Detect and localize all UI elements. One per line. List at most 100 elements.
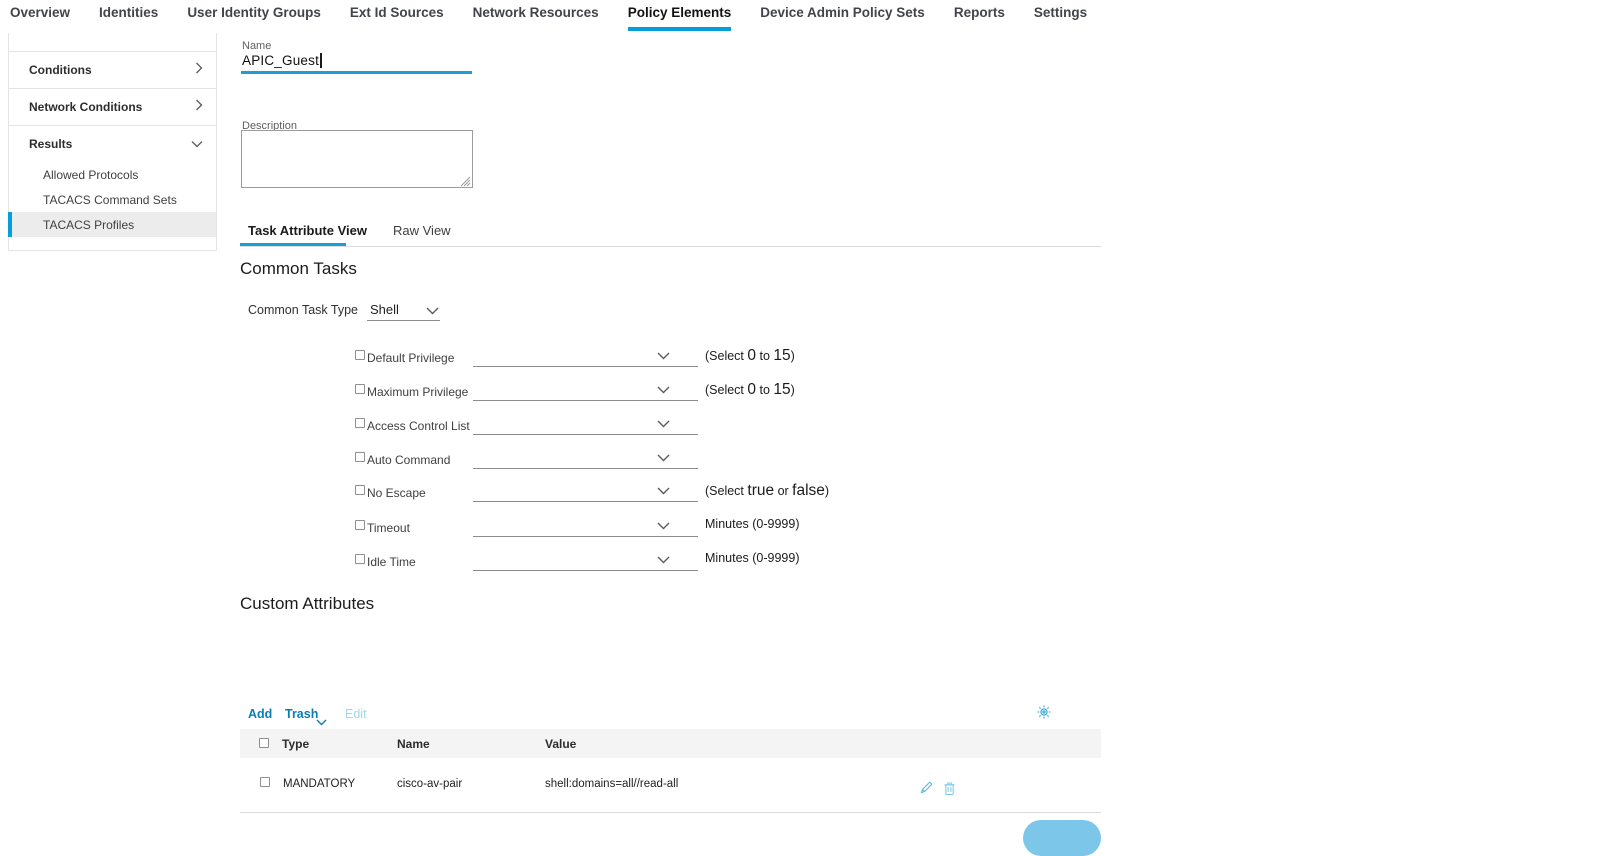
no-escape-select[interactable] xyxy=(473,480,698,502)
chevron-down-icon xyxy=(657,522,670,530)
chevron-down-icon xyxy=(657,352,670,360)
trash-button[interactable]: Trash xyxy=(285,707,318,721)
nav-item-device-admin-policy-sets[interactable]: Device Admin Policy Sets xyxy=(760,0,925,33)
timeout-checkbox[interactable] xyxy=(355,520,365,530)
nav-item-network-resources[interactable]: Network Resources xyxy=(473,0,599,33)
nav-item-policy-elements[interactable]: Policy Elements xyxy=(627,0,731,33)
sidebar-item-label: TACACS Profiles xyxy=(43,217,135,232)
timeout-select[interactable] xyxy=(473,515,698,537)
task-row-label: Default Privilege xyxy=(367,351,455,365)
task-row-hint: (Select true or false) xyxy=(705,482,830,499)
sidebar-item-label: TACACS Command Sets xyxy=(43,192,177,207)
edit-pencil-icon[interactable] xyxy=(918,780,934,801)
task-row-hint: Minutes (0-9999) xyxy=(705,517,800,531)
chevron-down-icon xyxy=(426,307,439,315)
task-row-auto-command: Auto Command xyxy=(355,447,1101,473)
maximum-privilege-select[interactable] xyxy=(473,379,698,401)
task-row-idle-time: Idle Time Minutes (0-9999) xyxy=(355,549,1101,575)
idle-time-checkbox[interactable] xyxy=(355,554,365,564)
default-privilege-checkbox[interactable] xyxy=(355,350,365,360)
task-row-label: Auto Command xyxy=(367,453,451,467)
name-input-value: APIC_Guest xyxy=(242,53,320,68)
task-row-access-control-list: Access Control List xyxy=(355,413,1101,439)
access-control-list-select[interactable] xyxy=(473,413,698,435)
sidebar-item-conditions[interactable]: Conditions xyxy=(9,51,216,88)
task-row-default-privilege: Default Privilege (Select 0 to 15) xyxy=(355,345,1101,371)
delete-trash-icon[interactable] xyxy=(942,780,957,801)
sidebar-item-allowed-protocols[interactable]: Allowed Protocols xyxy=(9,162,216,187)
description-textarea[interactable] xyxy=(241,130,473,188)
nav-item-user-identity-groups[interactable]: User Identity Groups xyxy=(187,0,321,33)
chevron-down-icon xyxy=(657,454,670,462)
task-row-no-escape: No Escape (Select true or false) xyxy=(355,480,1101,506)
task-row-hint: (Select 0 to 15) xyxy=(705,381,795,398)
nav-item-settings[interactable]: Settings xyxy=(1034,0,1087,33)
row-type: MANDATORY xyxy=(283,778,356,790)
task-row-label: Idle Time xyxy=(367,555,416,569)
auto-command-select[interactable] xyxy=(473,447,698,469)
access-control-list-checkbox[interactable] xyxy=(355,418,365,428)
main-content: Name APIC_Guest Description Task Attribu… xyxy=(240,33,1101,856)
select-all-checkbox[interactable] xyxy=(259,738,269,748)
tab-raw-view[interactable]: Raw View xyxy=(393,223,451,238)
column-header-name: Name xyxy=(397,737,430,751)
chevron-down-icon xyxy=(657,487,670,495)
sidebar-item-label: Network Conditions xyxy=(29,100,143,114)
task-row-label: No Escape xyxy=(367,486,426,500)
edit-button[interactable]: Edit xyxy=(345,707,367,721)
add-button[interactable]: Add xyxy=(248,707,272,721)
table-row[interactable]: MANDATORY cisco-av-pair shell:domains=al… xyxy=(240,758,1101,813)
chevron-down-icon xyxy=(657,556,670,564)
sidebar: Conditions Network Conditions Results Al… xyxy=(8,33,217,251)
sidebar-item-tacacs-profiles[interactable]: TACACS Profiles xyxy=(8,212,216,237)
top-navigation: Overview Identities User Identity Groups… xyxy=(0,0,1621,33)
nav-item-reports[interactable]: Reports xyxy=(954,0,1005,33)
maximum-privilege-checkbox[interactable] xyxy=(355,384,365,394)
save-button-partial[interactable] xyxy=(1023,820,1101,856)
tab-divider xyxy=(240,246,1101,247)
nav-item-overview[interactable]: Overview xyxy=(10,0,70,33)
gear-icon[interactable] xyxy=(1037,705,1051,724)
sidebar-item-label: Allowed Protocols xyxy=(43,167,139,182)
auto-command-checkbox[interactable] xyxy=(355,452,365,462)
task-row-hint: (Select 0 to 15) xyxy=(705,347,795,364)
chevron-right-icon xyxy=(195,98,203,116)
sidebar-item-tacacs-command-sets[interactable]: TACACS Command Sets xyxy=(9,187,216,212)
task-row-hint: Minutes (0-9999) xyxy=(705,551,800,565)
default-privilege-select[interactable] xyxy=(473,345,698,367)
row-name: cisco-av-pair xyxy=(397,778,463,790)
common-task-type-select[interactable]: Shell xyxy=(367,299,440,321)
column-header-type: Type xyxy=(282,737,310,751)
name-input[interactable]: APIC_Guest xyxy=(242,53,322,68)
text-cursor xyxy=(320,53,322,68)
common-tasks-heading: Common Tasks xyxy=(240,259,357,278)
chevron-down-icon xyxy=(191,135,203,153)
sidebar-item-results[interactable]: Results xyxy=(9,125,216,162)
sidebar-item-label: Conditions xyxy=(29,63,92,77)
task-row-maximum-privilege: Maximum Privilege (Select 0 to 15) xyxy=(355,379,1101,405)
common-task-type-label: Common Task Type xyxy=(248,303,359,317)
common-task-type-value: Shell xyxy=(370,302,399,317)
row-checkbox[interactable] xyxy=(260,777,270,787)
nav-item-ext-id-sources[interactable]: Ext Id Sources xyxy=(350,0,444,33)
chevron-right-icon xyxy=(195,61,203,79)
sidebar-item-network-conditions[interactable]: Network Conditions xyxy=(9,88,216,125)
task-row-label: Maximum Privilege xyxy=(367,385,469,399)
chevron-down-icon xyxy=(657,420,670,428)
task-row-label: Access Control List xyxy=(367,419,470,433)
task-row-timeout: Timeout Minutes (0-9999) xyxy=(355,515,1101,541)
custom-attributes-toolbar: Add Trash Edit xyxy=(240,705,1101,726)
idle-time-select[interactable] xyxy=(473,549,698,571)
task-row-label: Timeout xyxy=(367,521,410,535)
attributes-table-header: Type Name Value xyxy=(240,729,1101,758)
nav-item-identities[interactable]: Identities xyxy=(99,0,158,33)
chevron-down-icon xyxy=(657,386,670,394)
row-value: shell:domains=all//read-all xyxy=(545,778,679,790)
name-field-label: Name xyxy=(242,40,272,52)
tab-task-attribute-view[interactable]: Task Attribute View xyxy=(248,223,367,238)
name-input-underline xyxy=(241,71,472,74)
sidebar-item-label: Results xyxy=(29,137,73,151)
sidebar-bottom-padding xyxy=(9,237,216,250)
no-escape-checkbox[interactable] xyxy=(355,485,365,495)
